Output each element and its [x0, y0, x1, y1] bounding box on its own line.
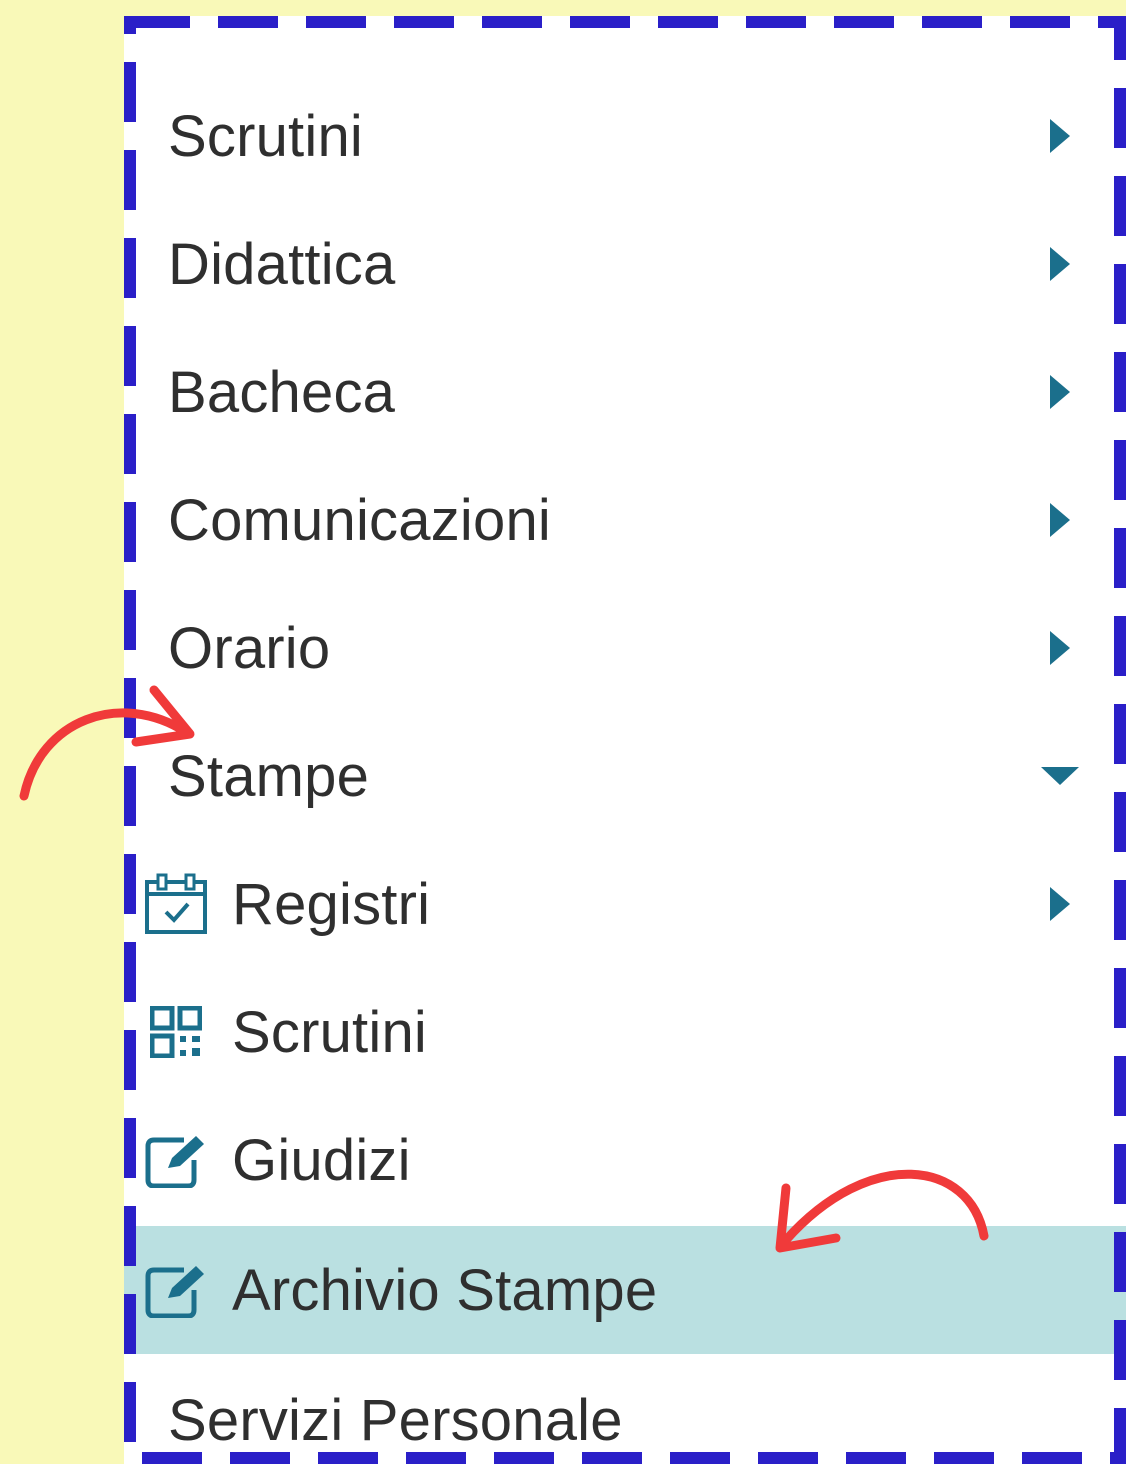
menu-item-label: Comunicazioni [168, 487, 551, 553]
submenu-item-giudizi[interactable]: Giudizi [124, 1096, 1126, 1224]
menu-item-label: Scrutini [168, 103, 363, 169]
menu-item-label: Bacheca [168, 359, 396, 425]
chevron-right-icon [1040, 500, 1080, 540]
menu-item-orario[interactable]: Orario [124, 584, 1126, 712]
menu-item-comunicazioni[interactable]: Comunicazioni [124, 456, 1126, 584]
menu-item-label: Orario [168, 615, 331, 681]
submenu-item-label: Scrutini [232, 999, 427, 1065]
qr-code-icon [144, 1000, 208, 1064]
menu-item-label: Stampe [168, 743, 370, 809]
side-menu-panel: Scrutini Didattica Bacheca Comunicazioni… [124, 16, 1126, 1464]
edit-icon [144, 1128, 208, 1192]
chevron-right-icon [1040, 628, 1080, 668]
menu-item-label: Didattica [168, 231, 396, 297]
menu-item-cut-off [124, 16, 1126, 36]
chevron-right-icon [1040, 116, 1080, 156]
menu-item-label: Servizi Personale [168, 1387, 623, 1453]
menu-item-servizi-personale[interactable]: Servizi Personale [124, 1356, 1126, 1464]
menu-item-icon-peek [124, 114, 136, 158]
calendar-check-icon [144, 872, 208, 936]
chevron-right-icon [1040, 244, 1080, 284]
menu-item-scrutini[interactable]: Scrutini [124, 72, 1126, 200]
chevron-right-icon [1040, 884, 1080, 924]
submenu-item-archivio-stampe[interactable]: Archivio Stampe [124, 1226, 1126, 1354]
submenu-item-label: Registri [232, 871, 431, 937]
menu-item-didattica[interactable]: Didattica [124, 200, 1126, 328]
menu-item-stampe[interactable]: Stampe [124, 712, 1126, 840]
menu-item-bacheca[interactable]: Bacheca [124, 328, 1126, 456]
submenu-item-label: Giudizi [232, 1127, 411, 1193]
chevron-down-icon [1040, 756, 1080, 796]
edit-icon [144, 1258, 208, 1322]
submenu-item-registri[interactable]: Registri [124, 840, 1126, 968]
submenu-item-label: Archivio Stampe [232, 1257, 658, 1323]
chevron-right-icon [1040, 372, 1080, 412]
submenu-item-scrutini[interactable]: Scrutini [124, 968, 1126, 1096]
